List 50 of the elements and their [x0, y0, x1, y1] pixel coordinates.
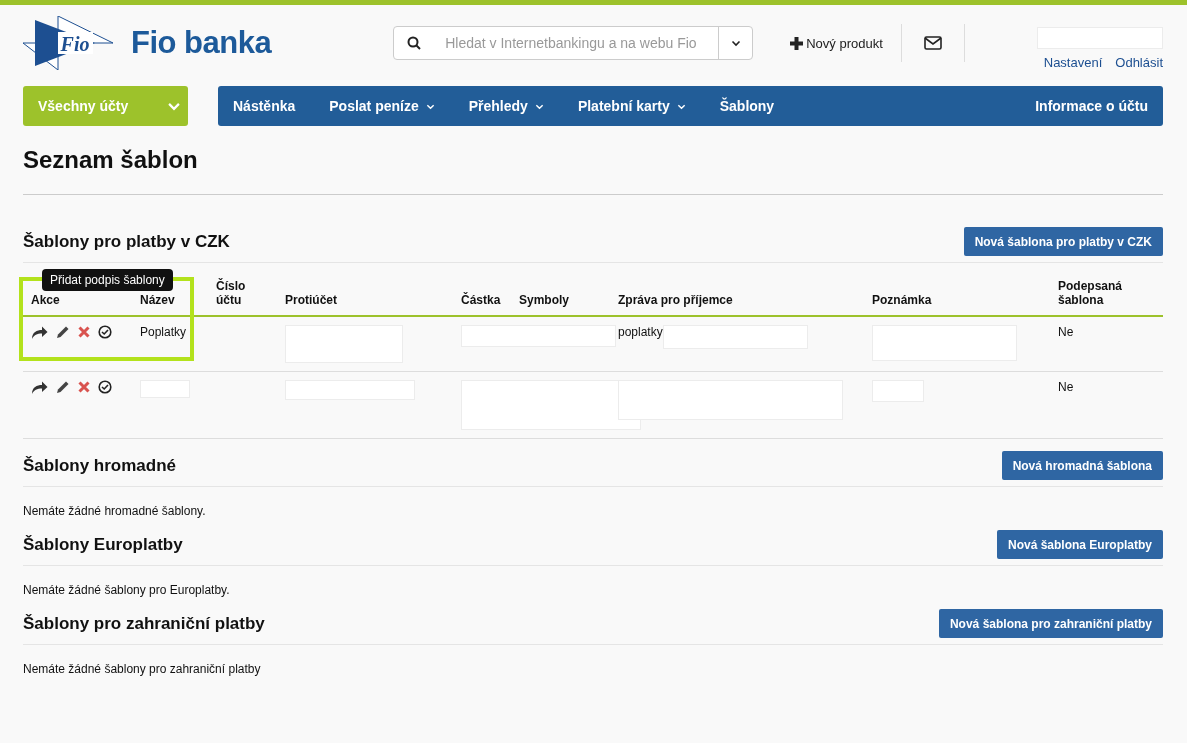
section-title: Šablony hromadné [23, 455, 177, 476]
brand-name: Fio banka [131, 25, 272, 61]
column-header: Zpráva pro příjemce [610, 279, 864, 316]
table-cell: Ne [1058, 325, 1074, 339]
empty-message: Nemáte žádné šablony pro zahraniční platby [23, 662, 262, 676]
page-title: Seznam šablon [23, 146, 1163, 195]
new-template-button[interactable]: Nová hromadná šablona [1001, 451, 1163, 480]
table-cell: Ne [1058, 380, 1074, 394]
nav-item[interactable]: Informace o účtu [1035, 98, 1148, 114]
plus-icon [790, 36, 804, 50]
column-header: Podepsaná šablona [1050, 279, 1163, 316]
pencil-icon[interactable] [56, 325, 70, 339]
delete-icon[interactable] [78, 381, 90, 393]
nav-item[interactable]: Šablony [719, 98, 775, 114]
chevron-icon [730, 38, 741, 48]
section-title: Šablony pro zahraniční platby [23, 613, 265, 634]
new-template-button[interactable]: Nová šablona Europlatby [996, 530, 1163, 559]
section-title: Šablony Europlatby [23, 534, 183, 555]
table-cell: Poplatky [140, 325, 187, 339]
new-template-button[interactable]: Nová šablona pro zahraniční platby [938, 609, 1163, 638]
user-link[interactable]: Odhlásit [1115, 54, 1163, 70]
search-icon [407, 36, 422, 50]
mail-button[interactable] [923, 36, 942, 50]
check-circle-icon[interactable] [98, 325, 112, 339]
check-circle-icon[interactable] [98, 380, 112, 394]
forward-arrow-icon[interactable] [31, 380, 48, 394]
new-template-button[interactable]: Nová šablona pro platby v CZK [963, 227, 1163, 256]
column-header: Protiúčet [277, 279, 453, 316]
search-box[interactable]: Hledat v Internetbankingu a na webu Fio [393, 26, 754, 60]
nav-item[interactable]: Platební karty [577, 98, 686, 114]
logo-icon: Fio [23, 16, 113, 70]
column-header: Částka [453, 279, 511, 316]
nav-item[interactable]: Přehledy [468, 98, 544, 114]
nav-item[interactable]: Poslat peníze [329, 98, 435, 114]
column-header: Poznámka [864, 279, 1050, 316]
empty-message: Nemáte žádné šablony pro Europlatby. [23, 583, 231, 597]
forward-arrow-icon[interactable] [31, 325, 48, 339]
table-cell: poplatky [618, 325, 663, 339]
column-header: Číslo účtu [208, 279, 277, 316]
delete-icon[interactable] [78, 326, 90, 338]
pencil-icon[interactable] [56, 380, 70, 394]
column-header: Symboly [511, 279, 610, 316]
nav-item[interactable]: Nástěnka [233, 98, 296, 114]
search-field[interactable]: Hledat v Internetbankingu a na webu Fio [443, 27, 719, 59]
new-product-link[interactable]: Nový produkt [790, 35, 883, 51]
user-link[interactable]: Nastavení [1043, 54, 1103, 70]
tooltip: Přidat podpis šablony [42, 269, 173, 291]
section-title: Šablony pro platby v CZK [23, 231, 230, 252]
envelope-icon [923, 36, 942, 50]
empty-message: Nemáte žádné hromadné šablony. [23, 504, 207, 518]
